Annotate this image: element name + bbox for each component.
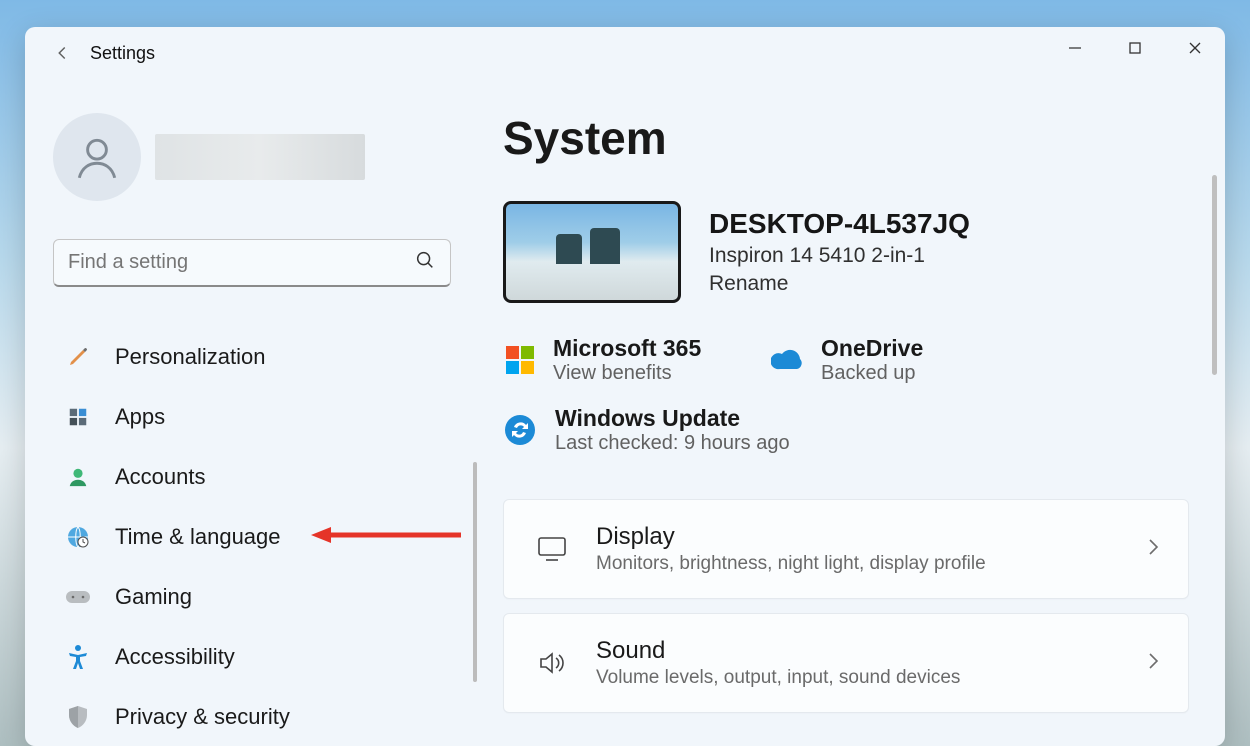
sidebar-item-accounts[interactable]: Accounts bbox=[53, 447, 473, 507]
chevron-right-icon bbox=[1146, 537, 1160, 562]
sidebar-item-label: Personalization bbox=[115, 344, 265, 370]
speaker-icon bbox=[532, 650, 572, 676]
service-title: Windows Update bbox=[555, 405, 790, 432]
sidebar-item-personalization[interactable]: Personalization bbox=[53, 327, 473, 387]
sidebar-item-privacy[interactable]: Privacy & security bbox=[53, 687, 473, 746]
back-button[interactable] bbox=[49, 40, 75, 66]
service-onedrive[interactable]: OneDrive Backed up bbox=[771, 335, 991, 385]
page-heading: System bbox=[503, 111, 1225, 165]
service-subtitle: View benefits bbox=[553, 362, 701, 385]
shield-icon bbox=[65, 705, 91, 729]
device-summary: DESKTOP-4L537JQ Inspiron 14 5410 2-in-1 … bbox=[503, 201, 1225, 303]
minimize-icon bbox=[1068, 41, 1082, 55]
sidebar-item-label: Apps bbox=[115, 404, 165, 430]
device-rename-link[interactable]: Rename bbox=[709, 272, 970, 296]
sidebar-item-apps[interactable]: Apps bbox=[53, 387, 473, 447]
back-arrow-icon bbox=[51, 42, 73, 64]
sidebar-item-label: Accessibility bbox=[115, 644, 235, 670]
search-icon bbox=[414, 249, 436, 276]
chevron-right-icon bbox=[1146, 651, 1160, 676]
sync-icon bbox=[503, 413, 537, 447]
sidebar-item-time-language[interactable]: Time & language bbox=[53, 507, 473, 567]
service-microsoft365[interactable]: Microsoft 365 View benefits bbox=[503, 335, 723, 385]
settings-window: Settings bbox=[25, 27, 1225, 746]
sidebar-item-gaming[interactable]: Gaming bbox=[53, 567, 473, 627]
content-scrollbar[interactable] bbox=[1212, 175, 1217, 375]
sidebar-item-label: Privacy & security bbox=[115, 704, 290, 730]
apps-icon bbox=[65, 406, 91, 428]
service-title: OneDrive bbox=[821, 335, 923, 362]
search-box[interactable] bbox=[53, 239, 451, 287]
service-subtitle: Last checked: 9 hours ago bbox=[555, 432, 790, 455]
main-content: System DESKTOP-4L537JQ Inspiron 14 5410 … bbox=[485, 79, 1225, 746]
window-title: Settings bbox=[90, 43, 155, 64]
device-name: DESKTOP-4L537JQ bbox=[709, 208, 970, 240]
minimize-button[interactable] bbox=[1045, 27, 1105, 69]
service-subtitle: Backed up bbox=[821, 362, 923, 385]
maximize-icon bbox=[1128, 41, 1142, 55]
avatar bbox=[53, 113, 141, 201]
card-subtitle: Volume levels, output, input, sound devi… bbox=[596, 667, 1146, 689]
user-name-placeholder bbox=[155, 134, 365, 180]
sidebar-item-accessibility[interactable]: Accessibility bbox=[53, 627, 473, 687]
nav-list: Personalization Apps Accounts bbox=[53, 327, 473, 746]
maximize-button[interactable] bbox=[1105, 27, 1165, 69]
user-profile[interactable] bbox=[53, 113, 473, 201]
service-title: Microsoft 365 bbox=[553, 335, 701, 362]
setting-card-display[interactable]: Display Monitors, brightness, night ligh… bbox=[503, 499, 1189, 599]
device-model: Inspiron 14 5410 2-in-1 bbox=[709, 244, 970, 268]
sidebar-item-label: Gaming bbox=[115, 584, 192, 610]
card-title: Display bbox=[596, 523, 1146, 551]
device-thumbnail[interactable] bbox=[503, 201, 681, 303]
settings-list: Display Monitors, brightness, night ligh… bbox=[503, 499, 1225, 713]
service-cards: Microsoft 365 View benefits OneDrive Bac… bbox=[503, 335, 1225, 385]
window-body: Personalization Apps Accounts bbox=[25, 79, 1225, 746]
card-title: Sound bbox=[596, 637, 1146, 665]
window-controls bbox=[1045, 27, 1225, 79]
brush-icon bbox=[65, 345, 91, 369]
accessibility-icon bbox=[65, 645, 91, 669]
close-button[interactable] bbox=[1165, 27, 1225, 69]
device-info: DESKTOP-4L537JQ Inspiron 14 5410 2-in-1 … bbox=[709, 208, 970, 296]
gamepad-icon bbox=[65, 588, 91, 606]
sidebar-item-label: Time & language bbox=[115, 524, 281, 550]
close-icon bbox=[1188, 41, 1202, 55]
sidebar: Personalization Apps Accounts bbox=[25, 79, 485, 746]
avatar-placeholder-icon bbox=[72, 132, 122, 182]
setting-card-sound[interactable]: Sound Volume levels, output, input, soun… bbox=[503, 613, 1189, 713]
service-windows-update[interactable]: Windows Update Last checked: 9 hours ago bbox=[503, 405, 1225, 455]
person-icon bbox=[65, 466, 91, 488]
search-input[interactable] bbox=[68, 251, 414, 274]
microsoft-logo-icon bbox=[503, 343, 537, 377]
sidebar-scrollbar[interactable] bbox=[473, 462, 477, 682]
titlebar: Settings bbox=[25, 27, 1225, 79]
sidebar-item-label: Accounts bbox=[115, 464, 206, 490]
globe-clock-icon bbox=[65, 525, 91, 549]
monitor-icon bbox=[532, 536, 572, 562]
cloud-icon bbox=[771, 343, 805, 377]
card-subtitle: Monitors, brightness, night light, displ… bbox=[596, 553, 1146, 575]
